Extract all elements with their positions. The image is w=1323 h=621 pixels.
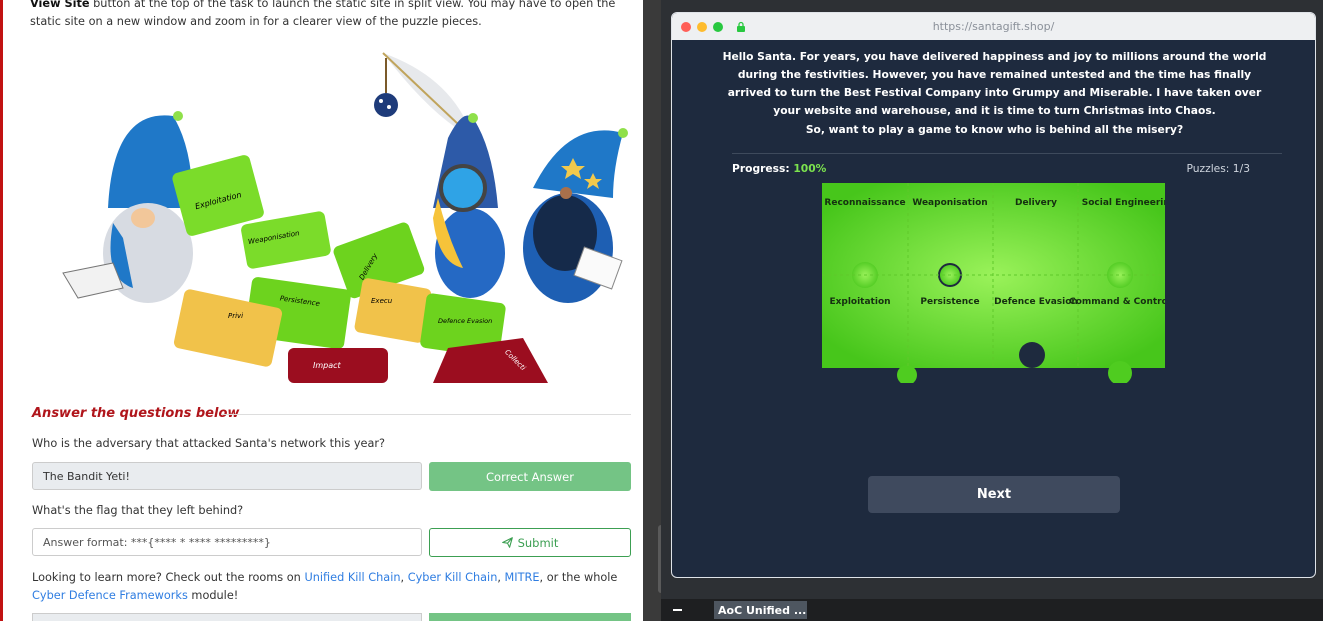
taskbar-window-item[interactable]: AoC Unified ... — [714, 601, 807, 619]
puzzle-board[interactable]: Reconnaissance Weaponisation Delivery So… — [822, 183, 1165, 383]
learn-more-suffix: module! — [187, 589, 239, 602]
link-cyber-kill-chain[interactable]: Cyber Kill Chain — [408, 571, 498, 584]
piece-reconnaissance: Reconnaissance — [824, 198, 905, 208]
taskbar: AoC Unified ... — [661, 599, 1323, 621]
next-button[interactable]: Next — [868, 476, 1120, 513]
answer-section-title: Answer the questions below — [32, 406, 240, 421]
content-divider — [732, 153, 1282, 154]
piece-persistence: Persistence — [920, 297, 979, 307]
submit-button[interactable]: Submit — [429, 528, 631, 557]
link-unified-kill-chain[interactable]: Unified Kill Chain — [304, 571, 400, 584]
task-intro: View Site button at the top of the task … — [30, 0, 640, 31]
puzzle-counter: Puzzles: 1/3 — [1186, 162, 1250, 175]
illus-piece-execution: Execu — [371, 297, 393, 305]
illus-piece-defence-evasion: Defence Evasion — [438, 317, 492, 325]
progress-value: 100% — [793, 162, 827, 175]
piece-defence-evasion: Defence Evasion — [994, 297, 1078, 307]
link-cyber-defence-frameworks[interactable]: Cyber Defence Frameworks — [32, 589, 188, 602]
minimize-icon[interactable] — [673, 609, 682, 611]
question-2: What's the flag that they left behind? — [32, 504, 244, 517]
santa-message: Hello Santa. For years, you have deliver… — [722, 50, 1267, 117]
answer-3-button[interactable] — [429, 613, 631, 621]
link-separator: , — [497, 571, 505, 584]
task-panel: View Site button at the top of the task … — [0, 0, 643, 621]
learn-more-mid: , or the whole — [539, 571, 618, 584]
link-mitre[interactable]: MITRE — [505, 571, 540, 584]
piece-weaponisation: Weaponisation — [912, 198, 987, 208]
correct-answer-button[interactable]: Correct Answer — [429, 462, 631, 491]
piece-delivery: Delivery — [1015, 198, 1057, 208]
address-bar[interactable]: https://santagift.shop/ — [672, 20, 1315, 33]
intro-text: button at the top of the task to launch … — [30, 0, 616, 28]
learn-more-prefix: Looking to learn more? Check out the roo… — [32, 571, 305, 584]
browser-titlebar: https://santagift.shop/ — [672, 13, 1315, 40]
answer-3-field[interactable] — [32, 613, 422, 621]
paper-plane-icon — [501, 537, 513, 548]
link-separator: , — [400, 571, 408, 584]
view-site-label: View Site — [30, 0, 90, 10]
piece-exploitation: Exploitation — [829, 297, 890, 307]
gnomes-puzzle-illustration: Exploitation Weaponisation Delivery Pers… — [62, 52, 628, 383]
piece-social-engineering: Social Engineering — [1082, 198, 1165, 208]
illus-piece-impact: Impact — [313, 361, 342, 370]
game-question: So, want to play a game to know who is b… — [805, 123, 1184, 136]
answer-2-input[interactable]: Answer format: ***{**** * **** *********… — [32, 528, 422, 556]
answer-divider — [221, 414, 631, 415]
static-site-panel: https://santagift.shop/ Hello Santa. For… — [661, 0, 1323, 621]
question-1: Who is the adversary that attacked Santa… — [32, 437, 386, 450]
piece-command-control: Command & Control — [1069, 297, 1165, 307]
illus-piece-privilege: Privi — [228, 312, 243, 320]
progress-label: Progress: — [732, 162, 794, 175]
learn-more-text: Looking to learn more? Check out the roo… — [32, 569, 632, 605]
answer-1-field[interactable]: The Bandit Yeti! — [32, 462, 422, 490]
browser-window: https://santagift.shop/ Hello Santa. For… — [671, 12, 1316, 578]
submit-label: Submit — [517, 535, 559, 550]
progress-indicator: Progress: 100% — [732, 162, 826, 175]
